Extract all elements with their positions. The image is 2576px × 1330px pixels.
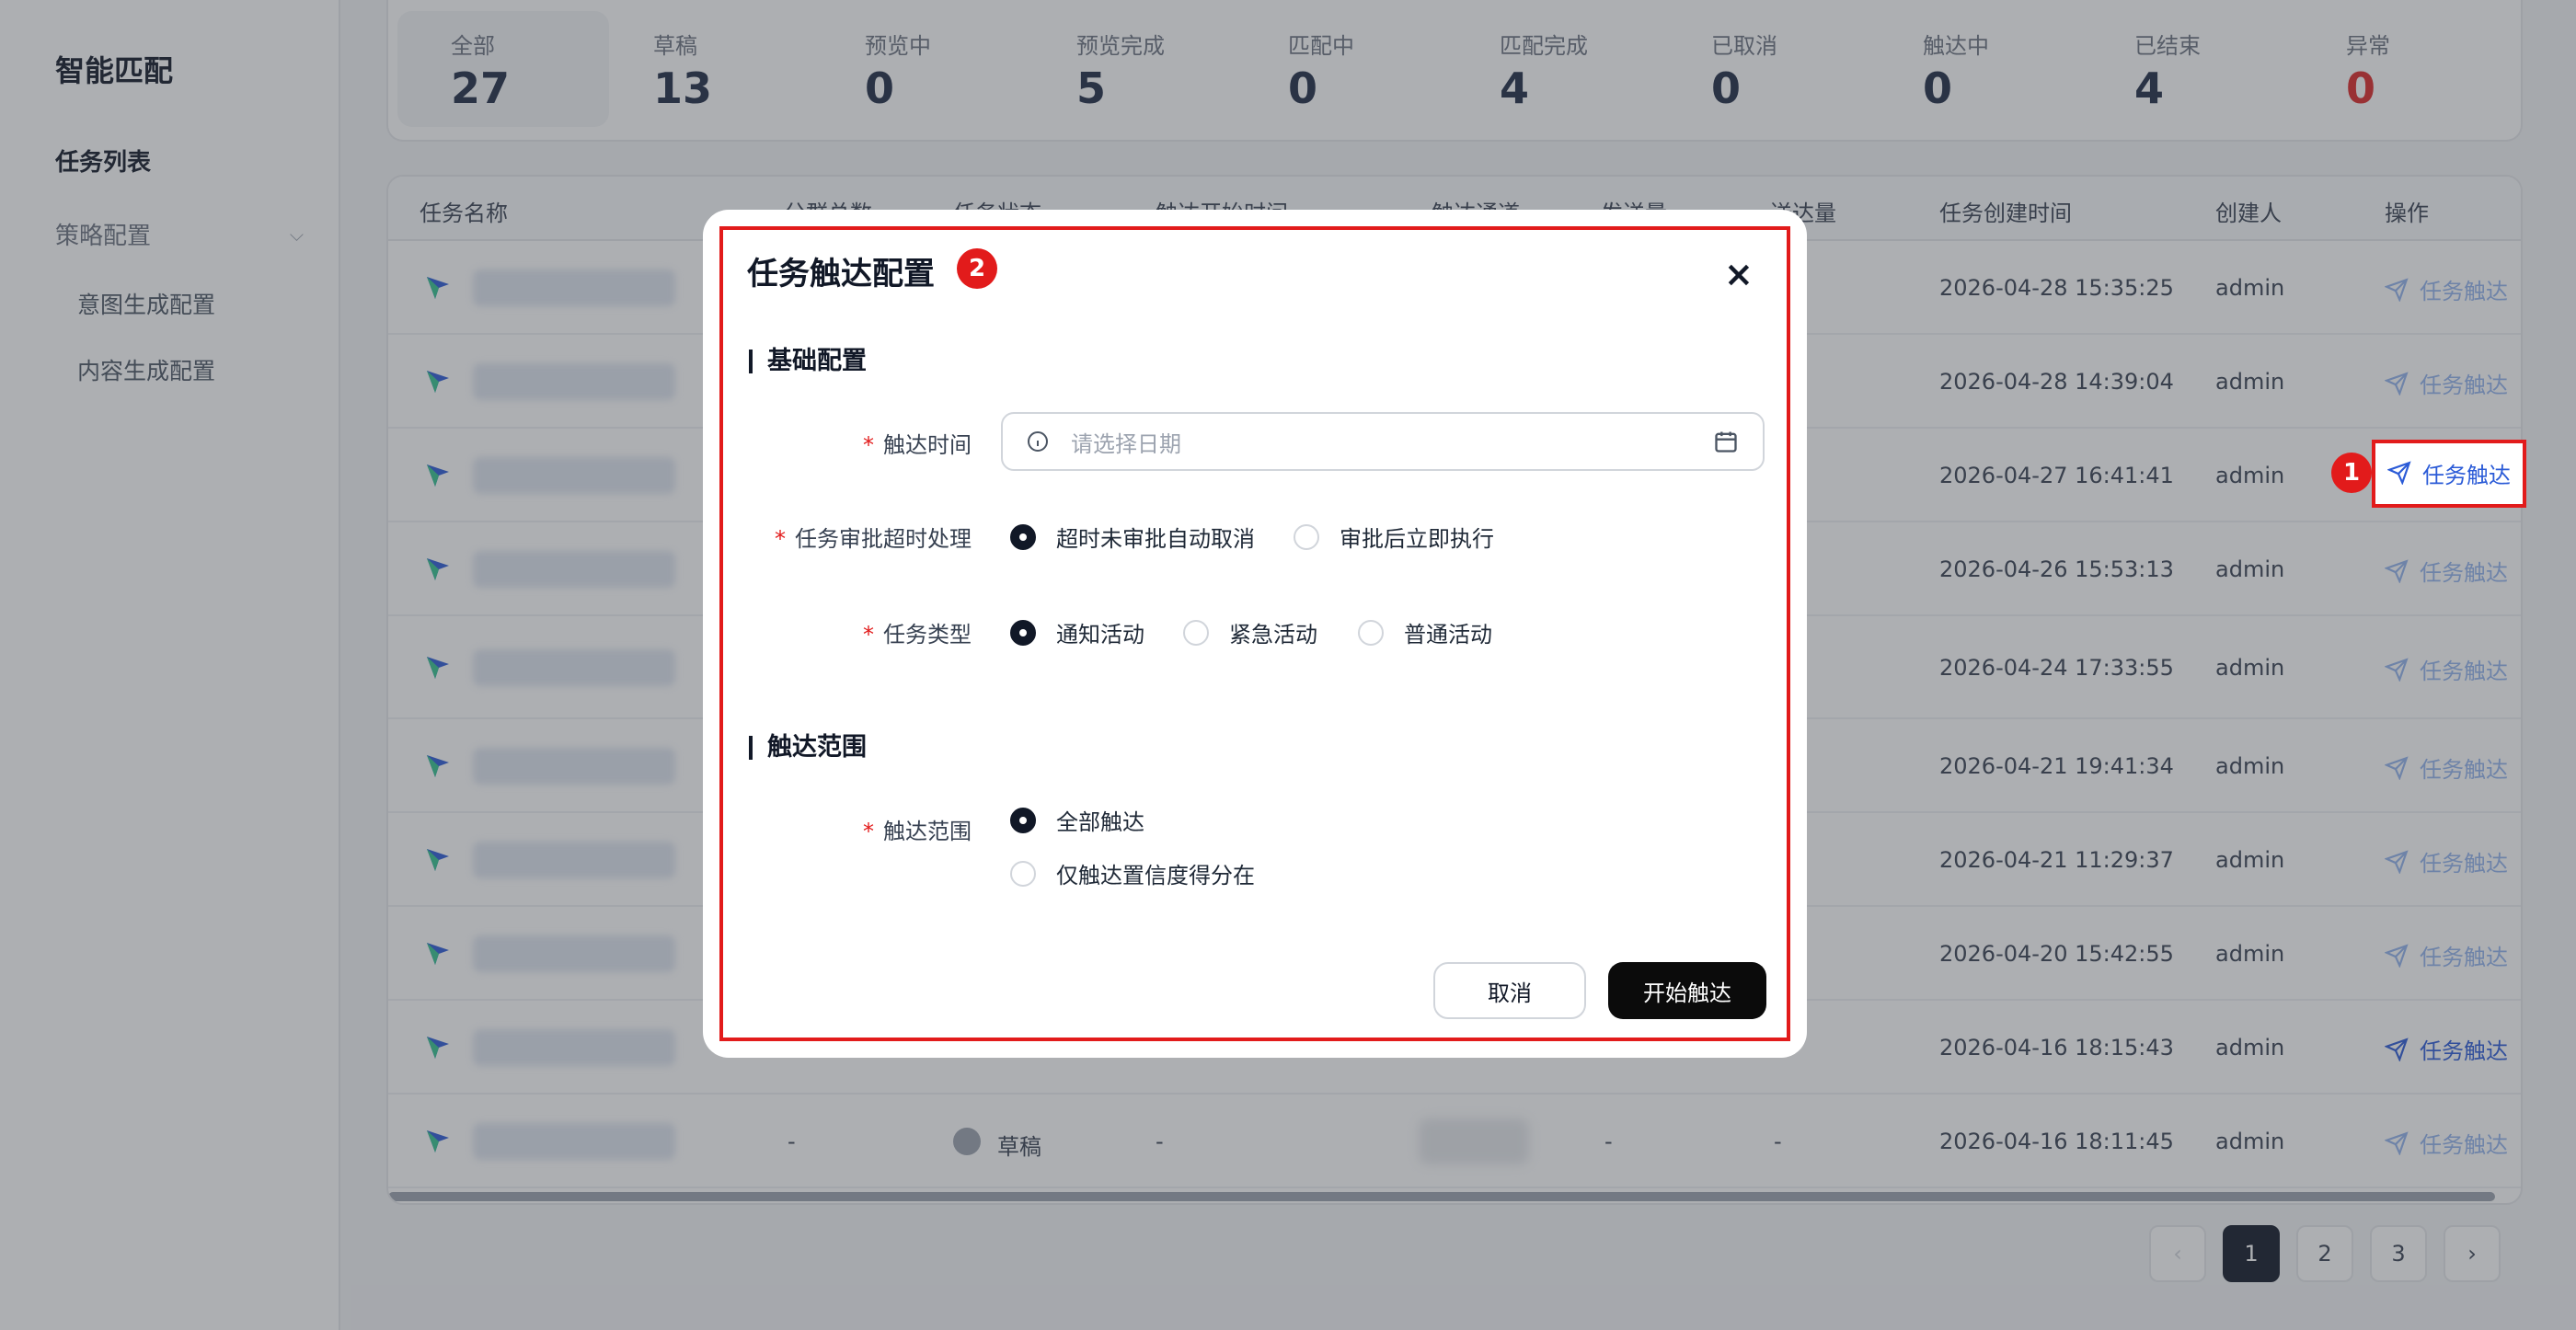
required-mark: *	[863, 622, 874, 648]
field-label-text: 触达范围	[883, 819, 972, 844]
field-label-reach-time: * 触达时间	[703, 427, 972, 464]
radio-dot-selected	[1010, 523, 1036, 550]
task-reach-config-modal: 任务触达配置 2 × 基础配置 * 触达时间 请选择日期 * 任务审批超时处理 超时…	[703, 210, 1807, 1058]
info-icon	[1028, 431, 1048, 452]
required-mark: *	[863, 432, 874, 458]
radio-label: 紧急活动	[1229, 622, 1317, 648]
calendar-icon	[1715, 431, 1737, 453]
radio-urgent-activity[interactable]: 紧急活动	[1183, 616, 1317, 648]
radio-execute-after-approval[interactable]: 审批后立即执行	[1294, 521, 1494, 553]
radio-label: 审批后立即执行	[1340, 526, 1494, 552]
radio-dot	[1358, 619, 1384, 646]
radio-label: 通知活动	[1056, 622, 1144, 648]
radio-label: 超时未审批自动取消	[1056, 526, 1255, 552]
annotation-marker-1: 1	[2331, 453, 2372, 493]
required-mark: *	[775, 526, 786, 552]
date-placeholder: 请选择日期	[1071, 430, 1181, 457]
cancel-button[interactable]: 取消	[1433, 962, 1586, 1019]
field-label-text: 任务类型	[883, 622, 972, 648]
radio-dot-selected	[1010, 619, 1036, 646]
start-reach-button[interactable]: 开始触达	[1608, 962, 1766, 1019]
radio-dot	[1183, 619, 1209, 646]
field-label-approval-timeout: * 任务审批超时处理	[703, 521, 972, 557]
radio-label: 仅触达置信度得分在	[1056, 863, 1255, 889]
radio-normal-activity[interactable]: 普通活动	[1358, 616, 1492, 648]
annotation-marker-2: 2	[957, 248, 997, 289]
radio-label: 全部触达	[1056, 809, 1144, 835]
field-label-text: 触达时间	[883, 432, 972, 458]
radio-reach-confidence[interactable]: 仅触达置信度得分在	[1010, 857, 1255, 889]
radio-auto-cancel[interactable]: 超时未审批自动取消	[1010, 521, 1255, 553]
required-mark: *	[863, 819, 874, 844]
field-label-task-type: * 任务类型	[703, 616, 972, 653]
radio-dot	[1294, 523, 1319, 550]
radio-dot-selected	[1010, 807, 1036, 833]
radio-reach-all[interactable]: 全部触达	[1010, 804, 1144, 836]
close-icon[interactable]: ×	[1724, 254, 1754, 294]
section-title-basic: 基础配置	[749, 349, 867, 373]
radio-notice-activity[interactable]: 通知活动	[1010, 616, 1144, 648]
radio-label: 普通活动	[1404, 622, 1492, 648]
annotation-box-1	[2372, 440, 2526, 508]
section-title-scope: 触达范围	[749, 735, 867, 760]
modal-title: 任务触达配置	[747, 256, 935, 292]
reach-time-date-picker[interactable]: 请选择日期	[1001, 412, 1765, 471]
radio-dot	[1010, 860, 1036, 887]
field-label-reach-scope: * 触达范围	[703, 813, 972, 850]
field-label-text: 任务审批超时处理	[795, 526, 972, 552]
